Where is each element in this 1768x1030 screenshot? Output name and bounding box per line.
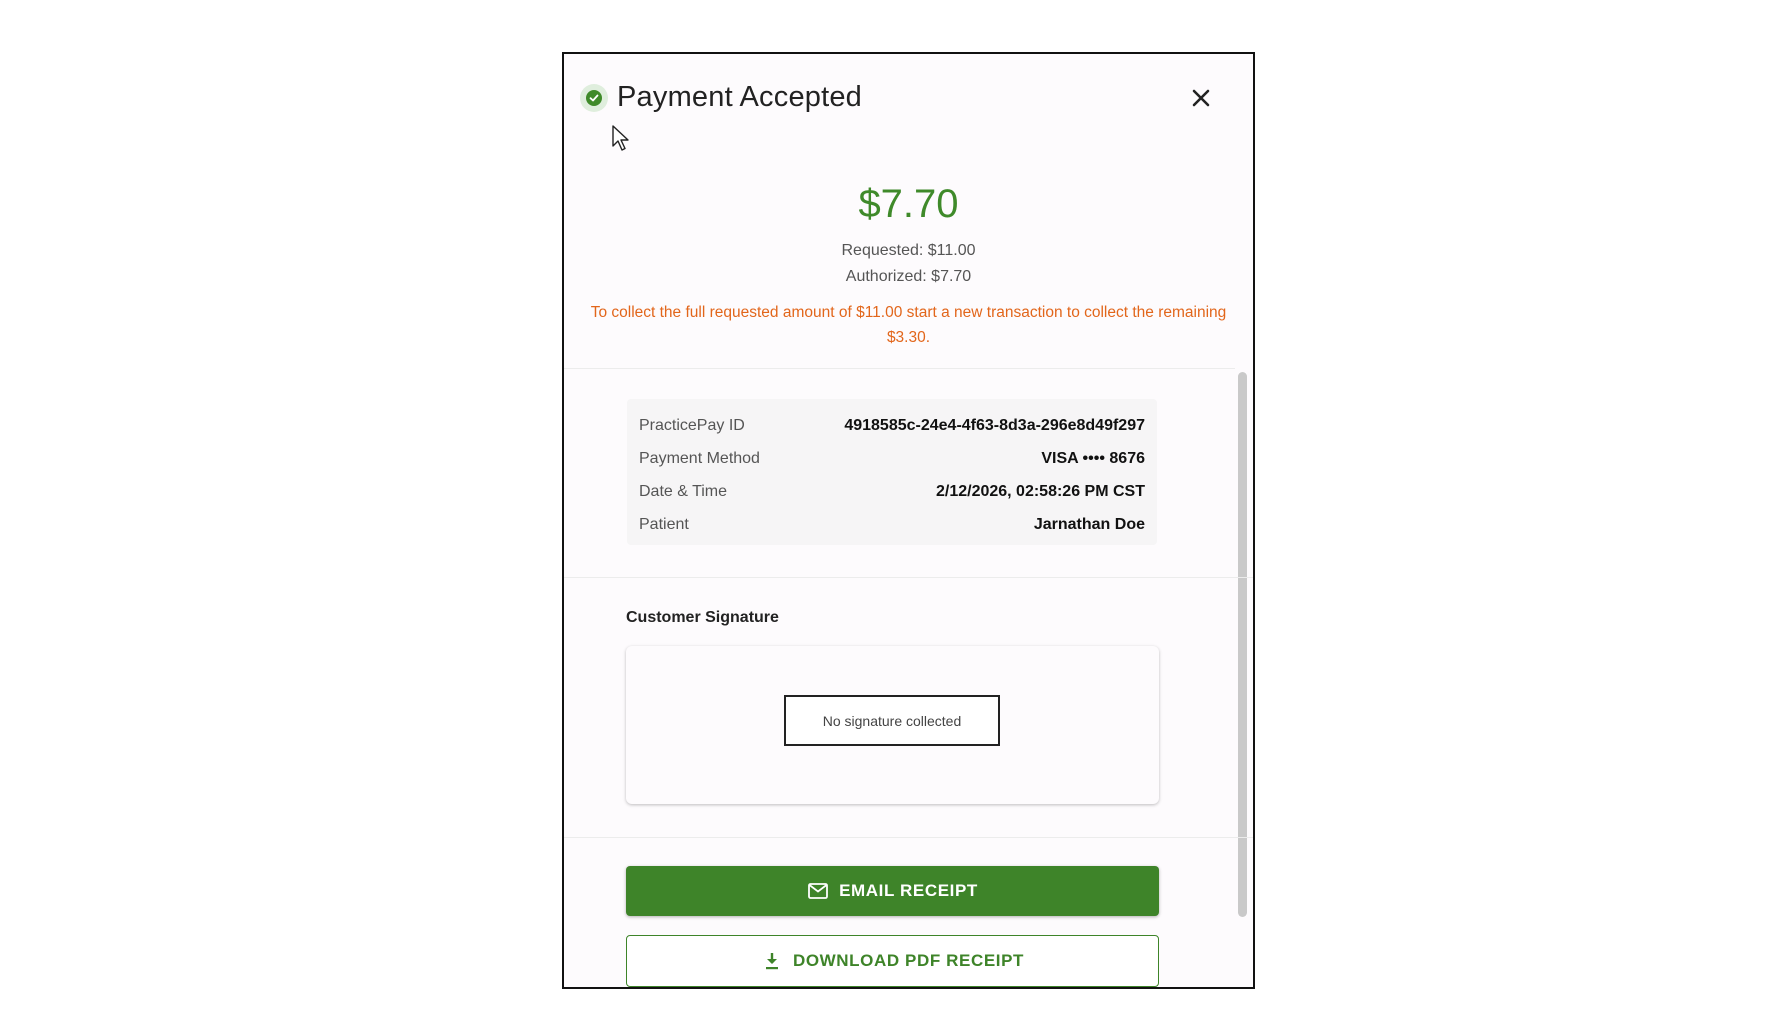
requested-amount: Requested: $11.00 bbox=[841, 242, 976, 259]
detail-row-date-time: Date & Time 2/12/2026, 02:58:26 PM CST bbox=[639, 475, 1145, 508]
detail-label: Patient bbox=[639, 515, 689, 533]
mail-icon bbox=[807, 880, 829, 902]
transaction-details: PracticePay ID 4918585c-24e4-4f63-8d3a-2… bbox=[627, 399, 1157, 545]
authorized-amount: Authorized: $7.70 bbox=[845, 268, 972, 285]
divider bbox=[564, 837, 1253, 838]
detail-label: Payment Method bbox=[639, 449, 760, 467]
no-signature-placeholder: No signature collected bbox=[784, 695, 1000, 746]
email-receipt-label: EMAIL RECEIPT bbox=[839, 881, 978, 900]
accepted-amount: $7.70 bbox=[858, 182, 959, 226]
divider bbox=[564, 368, 1253, 369]
check-circle-icon bbox=[580, 84, 608, 112]
dialog-title: Payment Accepted bbox=[617, 81, 863, 113]
mouse-cursor-icon bbox=[612, 125, 629, 151]
detail-row-practicepay-id: PracticePay ID 4918585c-24e4-4f63-8d3a-2… bbox=[639, 409, 1145, 442]
payment-accepted-dialog: Payment Accepted $7.70 Requested: $11.00… bbox=[562, 52, 1255, 989]
close-button[interactable] bbox=[1187, 84, 1215, 112]
email-receipt-button[interactable]: EMAIL RECEIPT bbox=[626, 866, 1159, 916]
payment-summary: $7.70 Requested: $11.00 Authorized: $7.7… bbox=[564, 184, 1253, 350]
download-icon bbox=[761, 950, 783, 972]
scrollbar-thumb[interactable] bbox=[1238, 372, 1247, 917]
detail-value: VISA •••• 8676 bbox=[1041, 449, 1145, 467]
detail-value: 2/12/2026, 02:58:26 PM CST bbox=[935, 482, 1145, 500]
divider bbox=[564, 577, 1253, 578]
detail-label: PracticePay ID bbox=[639, 416, 745, 434]
dialog-header: Payment Accepted bbox=[564, 54, 1253, 144]
detail-value: 4918585c-24e4-4f63-8d3a-296e8d49f297 bbox=[844, 416, 1145, 434]
detail-label: Date & Time bbox=[639, 482, 728, 500]
signature-box: No signature collected bbox=[626, 646, 1159, 804]
partial-payment-warning: To collect the full requested amount of … bbox=[590, 304, 1227, 346]
signature-section-title: Customer Signature bbox=[626, 609, 779, 626]
close-icon bbox=[1192, 89, 1210, 107]
detail-row-patient: Patient Jarnathan Doe bbox=[639, 508, 1145, 541]
download-pdf-receipt-button[interactable]: DOWNLOAD PDF RECEIPT bbox=[626, 935, 1159, 987]
download-pdf-receipt-label: DOWNLOAD PDF RECEIPT bbox=[792, 951, 1025, 970]
detail-row-payment-method: Payment Method VISA •••• 8676 bbox=[639, 442, 1145, 475]
detail-value: Jarnathan Doe bbox=[1033, 515, 1145, 533]
